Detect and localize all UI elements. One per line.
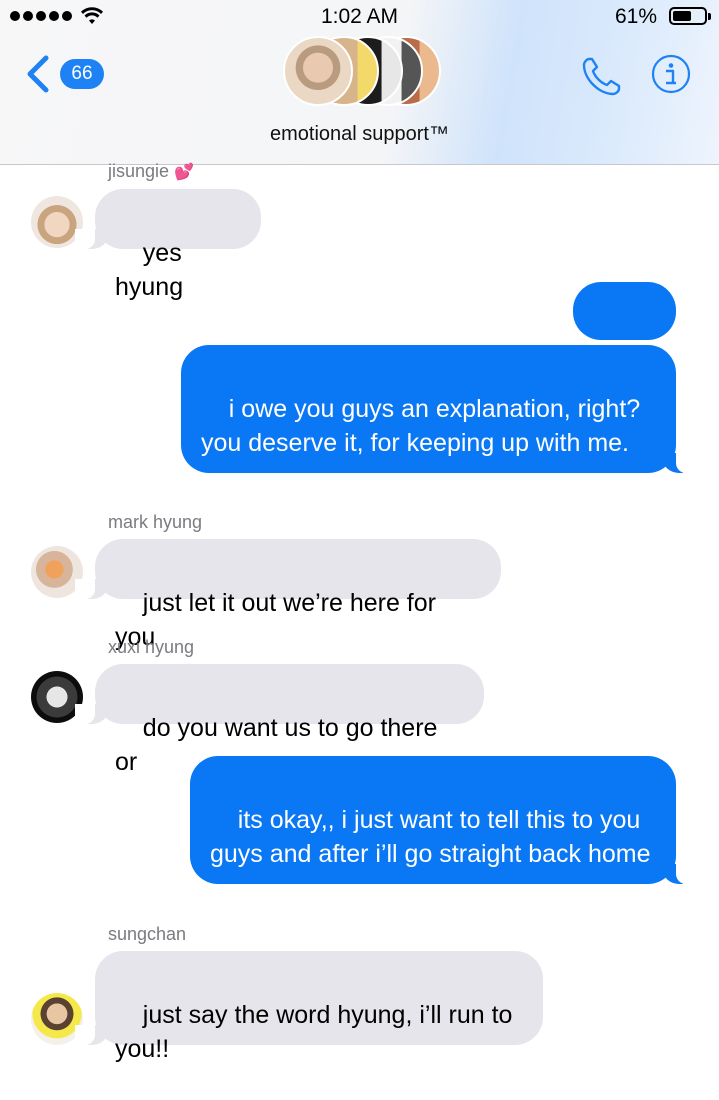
avatar bbox=[283, 36, 353, 106]
phone-icon[interactable] bbox=[580, 54, 624, 98]
message-text: its okay,, i just want to tell this to y… bbox=[210, 806, 651, 868]
info-icon[interactable] bbox=[651, 54, 691, 94]
message-text: just say the word hyung, i’ll run to you… bbox=[115, 1001, 520, 1063]
conversation-title[interactable]: emotional support™ bbox=[0, 123, 719, 146]
status-time: 1:02 AM bbox=[320, 5, 399, 28]
message-bubble-incoming[interactable]: yes hyung bbox=[75, 189, 261, 301]
message-bubble-incoming[interactable]: just let it out we’re here for you bbox=[75, 539, 501, 651]
conversation-header: 1:02 AM 61% 66 emotional support™ bbox=[0, 0, 719, 165]
heart-emoji: 💕 bbox=[174, 164, 194, 181]
sender-name: sungchan bbox=[108, 924, 187, 944]
unread-count-badge: 66 bbox=[60, 59, 104, 89]
battery-percentage: 61% bbox=[614, 5, 657, 28]
battery-icon bbox=[669, 7, 711, 25]
sender-name: xuxi hyung bbox=[108, 637, 195, 657]
status-bar: 1:02 AM 61% bbox=[0, 0, 719, 34]
message-text: yes hyung bbox=[115, 239, 189, 301]
message-bubble-outgoing[interactable]: okay bbox=[573, 282, 676, 394]
chevron-left-icon bbox=[27, 55, 49, 93]
sender-name: mark hyung bbox=[108, 512, 203, 532]
message-bubble-outgoing[interactable]: its okay,, i just want to tell this to y… bbox=[190, 756, 696, 884]
back-button[interactable]: 66 bbox=[22, 52, 104, 96]
message-thread[interactable]: jisungie 💕 yes hyung okay i owe you guys… bbox=[0, 161, 719, 1063]
sender-name: jisungie 💕 bbox=[108, 161, 194, 181]
message-bubble-incoming[interactable]: just say the word hyung, i’ll run to you… bbox=[75, 951, 543, 1063]
group-avatar-stack[interactable] bbox=[283, 36, 443, 106]
message-bubble-incoming[interactable]: do you want us to go there or bbox=[75, 664, 484, 776]
message-bubble-outgoing[interactable]: i owe you guys an explanation, right? yo… bbox=[181, 345, 696, 473]
message-text: i owe you guys an explanation, right? yo… bbox=[201, 395, 648, 457]
